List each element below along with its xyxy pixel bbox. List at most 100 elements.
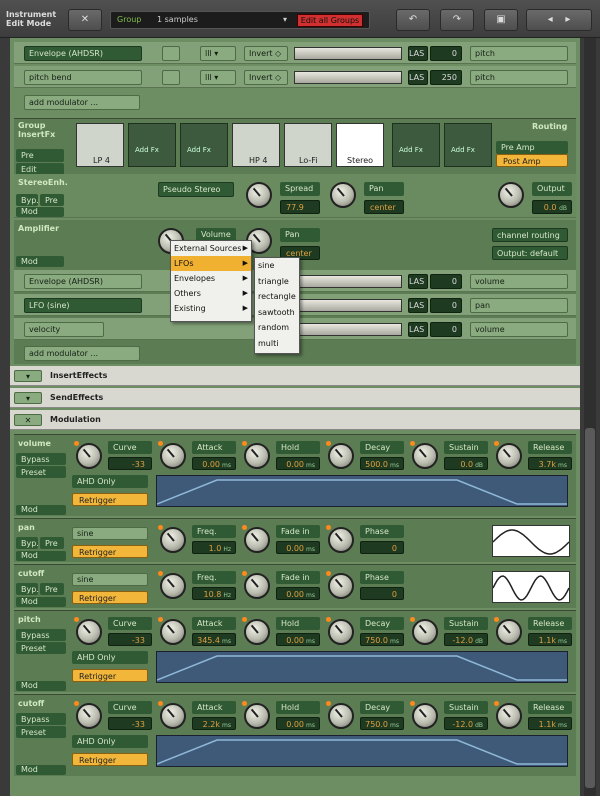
submenu-item-triangle[interactable]: triangle (255, 274, 299, 290)
las-value[interactable]: 0 (430, 46, 462, 61)
attack-knob[interactable] (160, 443, 186, 469)
curve-value[interactable]: -33 (108, 717, 152, 730)
waveform-select[interactable]: sine (72, 573, 148, 586)
sustain-knob[interactable] (412, 619, 438, 645)
mod-amount-slider[interactable] (294, 47, 402, 60)
sustain-knob[interactable] (412, 703, 438, 729)
bypass-button[interactable]: Bypass (16, 629, 66, 641)
freq-knob[interactable] (160, 527, 186, 553)
submenu-item-sawtooth[interactable]: sawtooth (255, 305, 299, 321)
bypass-button[interactable]: Byp. (16, 583, 39, 595)
decay-knob[interactable] (328, 443, 354, 469)
decay-knob[interactable] (328, 703, 354, 729)
attack-value[interactable]: 345.4 ms (192, 633, 236, 646)
attack-knob[interactable] (160, 703, 186, 729)
pan-knob[interactable] (330, 182, 356, 208)
mod-target-select[interactable]: pitch (470, 46, 568, 61)
release-value[interactable]: 1.1k ms (528, 633, 572, 646)
release-knob[interactable] (496, 443, 522, 469)
submenu-item-rectangle[interactable]: rectangle (255, 289, 299, 305)
mod-source-field[interactable]: velocity (24, 322, 104, 337)
fx-slot-stereo[interactable]: Stereo (336, 123, 384, 167)
shape-selector[interactable]: lll ▾ (200, 46, 236, 61)
preset-select[interactable]: Preset (16, 642, 66, 654)
submenu-item-random[interactable]: random (255, 320, 299, 336)
undo-button[interactable]: ↶ (396, 9, 430, 31)
ahd-only-toggle[interactable]: AHD Only (72, 651, 148, 664)
phase-value[interactable]: 0 (360, 541, 404, 554)
bypass-button[interactable]: Byp. (16, 537, 39, 549)
preset-select[interactable]: Pre (40, 583, 64, 595)
prev-next-buttons[interactable]: ◂ ▸ (526, 9, 592, 31)
preset-select[interactable]: Pre (40, 194, 64, 206)
attack-value[interactable]: 0.00 ms (192, 457, 236, 470)
menu-item-lfos[interactable]: LFOs ▶ (171, 256, 251, 271)
decay-value[interactable]: 500.0 ms (360, 457, 404, 470)
bypass-button[interactable]: Bypass (16, 713, 66, 725)
hold-knob[interactable] (244, 619, 270, 645)
invert-button[interactable]: Invert ◇ (244, 46, 288, 61)
output-select[interactable]: Output: default (492, 246, 568, 260)
retrigger-button[interactable]: Retrigger (72, 669, 148, 682)
output-value[interactable]: 0.0 dB (532, 200, 572, 214)
las-value[interactable]: 0 (430, 274, 462, 289)
menu-item-external-sources[interactable]: External Sources ▶ (171, 241, 251, 256)
save-button[interactable]: ▣ (484, 9, 518, 31)
phase-value[interactable]: 0 (360, 587, 404, 600)
preset-select[interactable]: Pre (40, 537, 64, 549)
pre-amp-option[interactable]: Pre Amp (496, 141, 568, 154)
sustain-knob[interactable] (412, 443, 438, 469)
channel-routing-button[interactable]: channel routing (492, 228, 568, 242)
submenu-item-multi[interactable]: multi (255, 336, 299, 352)
mod-tab[interactable]: Mod (16, 207, 64, 217)
mod-target-select[interactable]: pan (470, 298, 568, 313)
ahd-only-toggle[interactable]: AHD Only (72, 475, 148, 488)
freq-value[interactable]: 10.8 Hz (192, 587, 236, 600)
edit-all-groups-button[interactable]: Edit all Groups (297, 14, 363, 27)
mod-amount-slider[interactable] (294, 71, 402, 84)
pre-select[interactable]: Pre (16, 149, 64, 162)
retrigger-button[interactable]: Retrigger (72, 753, 148, 766)
fx-slot-add[interactable]: Add Fx (392, 123, 440, 167)
fx-slot-lp4[interactable]: LP 4 (76, 123, 124, 167)
stereo-mode-select[interactable]: Pseudo Stereo (158, 182, 234, 197)
output-knob[interactable] (498, 182, 524, 208)
bypass-button[interactable]: Byp. (16, 194, 39, 206)
fade-in-value[interactable]: 0.00 ms (276, 541, 320, 554)
shape-selector[interactable]: lll ▾ (200, 70, 236, 85)
bypass-button[interactable]: Bypass (16, 453, 66, 465)
sustain-value[interactable]: -12.0 dB (444, 633, 488, 646)
fx-slot-add[interactable]: Add Fx (444, 123, 492, 167)
preset-select[interactable]: Preset (16, 466, 66, 478)
release-value[interactable]: 3.7k ms (528, 457, 572, 470)
las-value[interactable]: 250 (430, 70, 462, 85)
fx-slot-add[interactable]: Add Fx (128, 123, 176, 167)
retrigger-button[interactable]: Retrigger (72, 591, 148, 604)
scrollbar[interactable] (584, 38, 596, 796)
release-value[interactable]: 1.1k ms (528, 717, 572, 730)
waveform-select[interactable]: sine (72, 527, 148, 540)
las-value[interactable]: 0 (430, 298, 462, 313)
decay-knob[interactable] (328, 619, 354, 645)
fx-slot-lofi[interactable]: Lo-Fi (284, 123, 332, 167)
chevron-down-icon[interactable]: ▾ (14, 392, 42, 404)
sustain-value[interactable]: -12.0 dB (444, 717, 488, 730)
modulation-section-header[interactable]: ✕ Modulation (10, 410, 580, 430)
fx-slot-hp4[interactable]: HP 4 (232, 123, 280, 167)
mod-target-select[interactable]: volume (470, 322, 568, 337)
mod-source-field[interactable]: pitch bend (24, 70, 142, 85)
decay-value[interactable]: 750.0 ms (360, 633, 404, 646)
freq-value[interactable]: 1.0 Hz (192, 541, 236, 554)
envelope-graph[interactable] (156, 735, 568, 767)
hold-knob[interactable] (244, 443, 270, 469)
envelope-graph[interactable] (156, 651, 568, 683)
retrigger-button[interactable]: Retrigger (72, 545, 148, 558)
envelope-graph[interactable] (156, 475, 568, 507)
mod-source-field[interactable]: Envelope (AHDSR) (24, 274, 142, 289)
attack-knob[interactable] (160, 619, 186, 645)
curve-knob[interactable] (76, 619, 102, 645)
add-modulator-button[interactable]: add modulator ... (24, 95, 140, 110)
hold-value[interactable]: 0.00 ms (276, 457, 320, 470)
curve-value[interactable]: -33 (108, 457, 152, 470)
mod-tab[interactable]: Mod (16, 256, 64, 267)
